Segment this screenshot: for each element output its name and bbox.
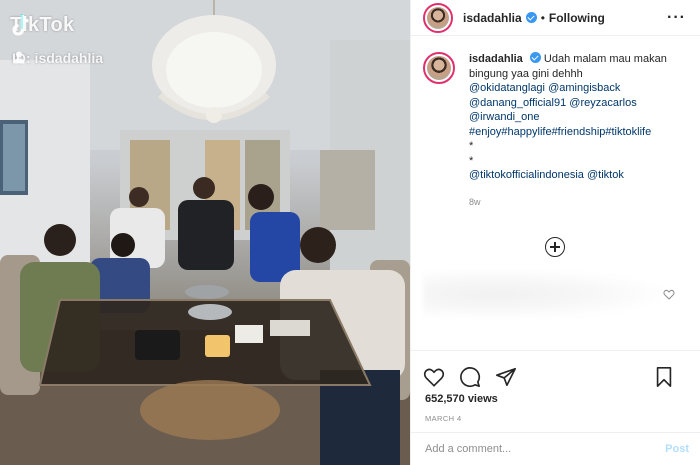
tiktok-note-icon: [12, 14, 29, 36]
mention-link[interactable]: @irwandi_one: [469, 111, 540, 123]
comment-input[interactable]: [425, 443, 666, 455]
save-button[interactable]: [653, 366, 675, 388]
tiktok-watermark: TikTok: [10, 14, 74, 37]
post-media[interactable]: TikTok ID: isdadahlia: [0, 0, 410, 465]
comment-bubble-icon: [460, 367, 481, 388]
mention-link[interactable]: @reyzacarlos: [569, 97, 636, 109]
like-button[interactable]: [423, 366, 445, 388]
following-button[interactable]: Following: [549, 11, 605, 25]
blurred-comment: [423, 270, 663, 318]
avatar[interactable]: [423, 2, 453, 33]
user-icon: [13, 51, 25, 64]
comment-button[interactable]: [459, 366, 481, 388]
mention-link[interactable]: @tiktokofficialindonesia: [469, 169, 584, 181]
hashtag-links[interactable]: #enjoy#happylife#friendship#tiktoklife: [469, 125, 679, 140]
post-date[interactable]: MARCH 4: [411, 414, 700, 423]
mention-link[interactable]: @amingisback: [548, 82, 620, 94]
caption-body: isdadahlia Udah malam mau makan bingung …: [469, 52, 679, 209]
verified-badge-icon: [529, 52, 541, 63]
mention-link[interactable]: @danang_official91: [469, 97, 566, 109]
post-header: isdadahlia • Following ···: [411, 0, 700, 36]
caption: isdadahlia Udah malam mau makan bingung …: [411, 36, 700, 209]
caption-mentions-2: @danang_official91 @reyzacarlos: [469, 96, 679, 111]
more-options-icon[interactable]: ···: [667, 9, 686, 27]
avatar-image: [427, 6, 449, 29]
mention-link[interactable]: @okidatanglagi: [469, 82, 545, 94]
header-separator: •: [540, 10, 545, 25]
comment-box: Post: [411, 432, 700, 465]
bookmark-icon: [656, 367, 672, 387]
mention-link[interactable]: @tiktok: [587, 169, 624, 181]
caption-mentions-1: @okidatanglagi @amingisback: [469, 81, 679, 96]
views-count[interactable]: 652,570 views: [411, 393, 700, 405]
caption-username[interactable]: isdadahlia: [469, 53, 523, 65]
share-button[interactable]: [495, 366, 517, 388]
caption-bullet-2: *: [469, 154, 474, 167]
caption-bullet-1: *: [469, 140, 474, 152]
verified-badge-icon: [525, 12, 537, 23]
tiktok-user-id: ID: isdadahlia: [12, 50, 103, 66]
paper-plane-icon: [496, 367, 516, 387]
caption-mentions-3: @irwandi_one: [469, 110, 679, 125]
caption-line-1: isdadahlia Udah malam mau makan: [469, 52, 679, 67]
post-button[interactable]: Post: [665, 443, 689, 455]
action-icons: [411, 351, 700, 393]
caption-mentions-4: @tiktokofficialindonesia @tiktok: [469, 168, 679, 183]
heart-icon: [423, 368, 445, 387]
caption-text-2: bingung yaa gini dehhh: [469, 67, 583, 80]
post-side-panel: isdadahlia • Following ··· isdadahlia Ud…: [410, 0, 700, 465]
actions-section: 652,570 views MARCH 4 Post: [411, 350, 700, 465]
avatar-image: [427, 56, 451, 80]
video-frame: [0, 0, 410, 465]
caption-text-1: Udah malam mau makan: [543, 53, 667, 65]
caption-time[interactable]: 8w: [469, 195, 679, 210]
heart-outline-icon[interactable]: [663, 289, 675, 300]
plus-circle-icon[interactable]: [545, 237, 565, 257]
caption-avatar[interactable]: [423, 52, 455, 84]
header-username[interactable]: isdadahlia: [463, 11, 522, 25]
